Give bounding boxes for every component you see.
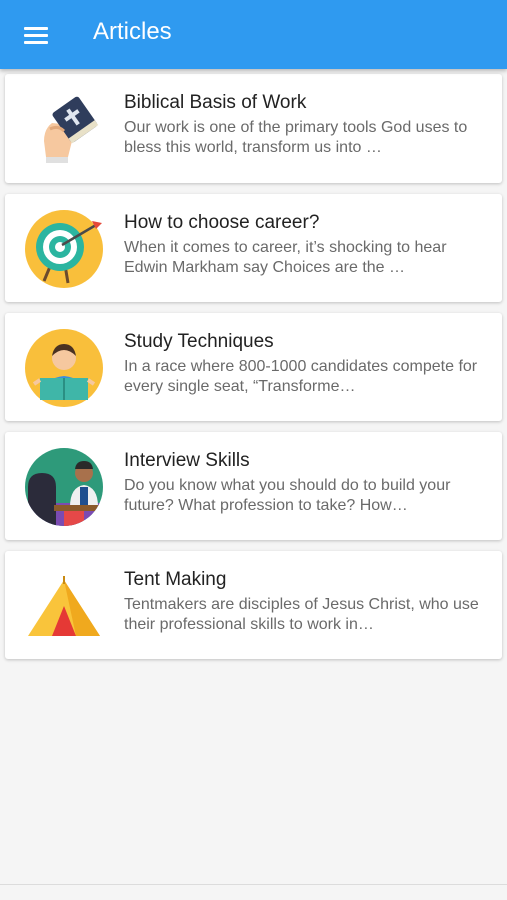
article-card-interview-skills[interactable]: Interview Skills Do you know what you sh… bbox=[5, 432, 502, 540]
article-card-study-techniques[interactable]: Study Techniques In a race where 800-100… bbox=[5, 313, 502, 421]
article-description: Tentmakers are disciples of Jesus Christ… bbox=[124, 596, 479, 633]
article-card-biblical-basis[interactable]: Biblical Basis of Work Our work is one o… bbox=[5, 74, 502, 183]
article-title: Interview Skills bbox=[124, 450, 250, 471]
article-card-tent-making[interactable]: Tent Making Tentmakers are disciples of … bbox=[5, 551, 502, 659]
page-title: Articles bbox=[93, 18, 172, 45]
article-title: Tent Making bbox=[124, 569, 227, 590]
article-list: Biblical Basis of Work Our work is one o… bbox=[5, 74, 502, 670]
article-description: When it comes to career, it’s shocking t… bbox=[124, 239, 447, 276]
article-title: How to choose career? bbox=[124, 212, 320, 233]
article-description: Our work is one of the primary tools God… bbox=[124, 119, 468, 156]
bible-hand-icon bbox=[24, 89, 104, 169]
target-arrow-icon bbox=[24, 209, 104, 289]
app-bar: Articles bbox=[0, 0, 507, 69]
student-reading-icon bbox=[24, 328, 104, 408]
article-card-choose-career[interactable]: How to choose career? When it comes to c… bbox=[5, 194, 502, 302]
article-description: Do you know what you should do to build … bbox=[124, 477, 451, 514]
hamburger-menu-icon[interactable] bbox=[20, 20, 52, 50]
article-title: Study Techniques bbox=[124, 331, 274, 352]
bottom-divider bbox=[0, 884, 507, 885]
interview-person-icon bbox=[24, 447, 104, 527]
article-title: Biblical Basis of Work bbox=[124, 92, 307, 113]
article-description: In a race where 800-1000 candidates comp… bbox=[124, 358, 478, 395]
tent-icon bbox=[24, 566, 104, 646]
